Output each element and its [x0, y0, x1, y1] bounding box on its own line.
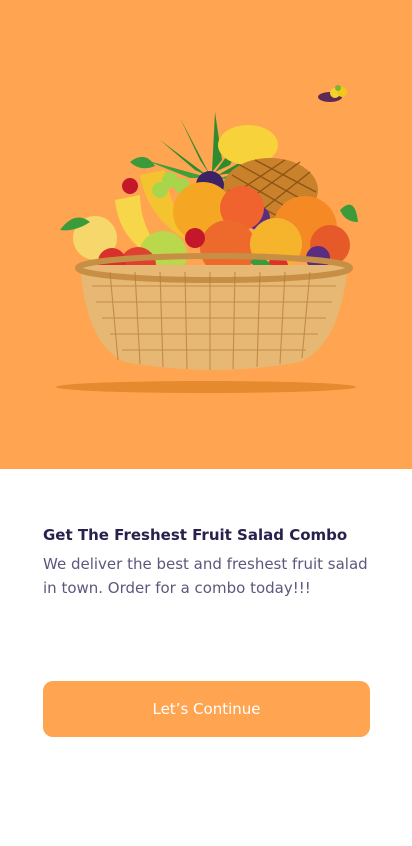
hero-banner	[0, 0, 412, 469]
onboarding-title: Get The Freshest Fruit Salad Combo	[43, 526, 348, 544]
continue-button[interactable]: Let’s Continue	[43, 681, 370, 737]
onboarding-text: Get The Freshest Fruit Salad Combo We de…	[43, 523, 373, 600]
basket-shadow	[56, 381, 356, 393]
fruit-cluster-icon	[318, 85, 347, 102]
onboarding-description: We deliver the best and freshest fruit s…	[43, 555, 368, 597]
fruit-basket-illustration	[56, 85, 358, 393]
